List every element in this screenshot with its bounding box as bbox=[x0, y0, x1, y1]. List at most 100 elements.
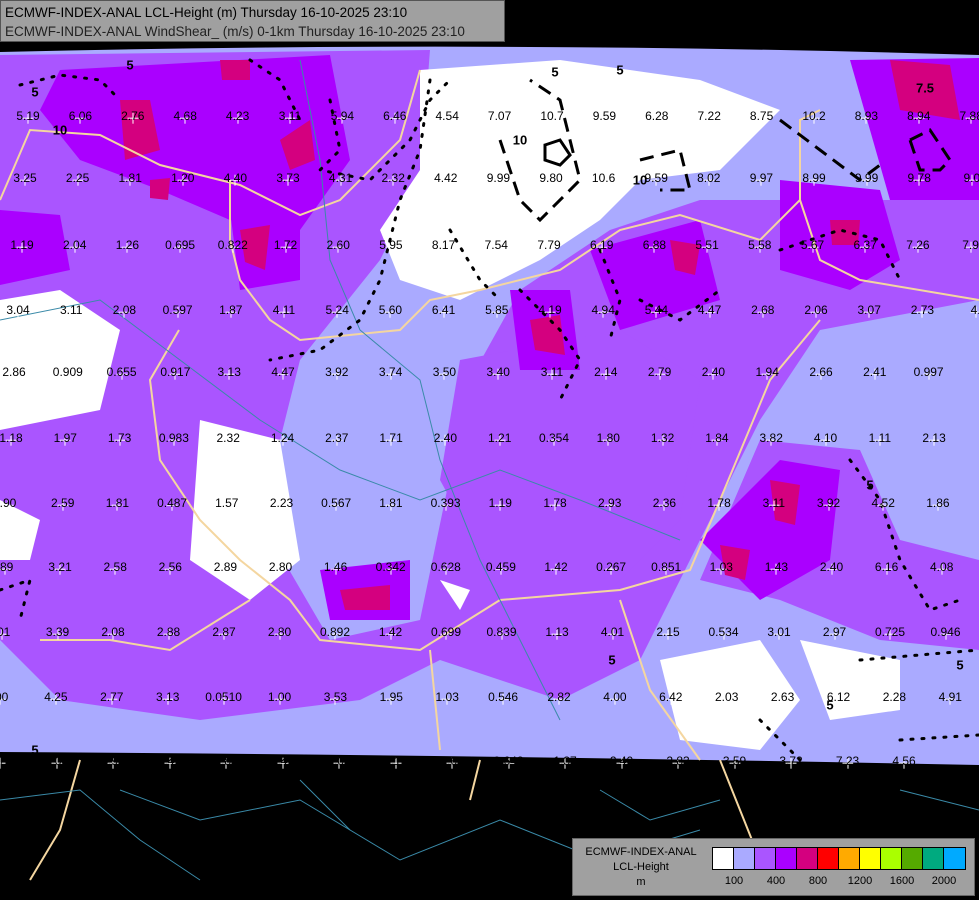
windshear-value: 7.07 bbox=[487, 109, 512, 123]
windshear-value: 0.628 bbox=[430, 560, 461, 574]
contour-label: 5 bbox=[31, 84, 39, 100]
windshear-value: 1.03 bbox=[709, 560, 733, 574]
windshear-value: 9.59 bbox=[592, 109, 617, 123]
windshear-value: 4.52 bbox=[871, 496, 895, 510]
windshear-value: 2.86 bbox=[2, 365, 26, 379]
windshear-value: 0.946 bbox=[930, 625, 961, 639]
windshear-value: 0.851 bbox=[651, 560, 682, 574]
windshear-value: 2.80 bbox=[268, 560, 293, 574]
windshear-value: 0.354 bbox=[538, 431, 570, 445]
contour-label: 5 bbox=[608, 652, 616, 668]
windshear-value: .90 bbox=[0, 496, 17, 510]
windshear-value: 1.43 bbox=[764, 560, 789, 574]
windshear-value: 9.78 bbox=[907, 171, 931, 185]
windshear-value: 2.89 bbox=[213, 560, 238, 574]
legend-swatch bbox=[839, 848, 860, 869]
windshear-value: 3.11 bbox=[540, 365, 564, 379]
windshear-value: 4.91 bbox=[938, 690, 962, 704]
windshear-value: 0.695 bbox=[165, 238, 196, 252]
windshear-value: 0.459 bbox=[485, 560, 516, 574]
windshear-value: 0.342 bbox=[375, 560, 406, 574]
windshear-value: 1.42 bbox=[378, 625, 403, 639]
windshear-value: 6.16 bbox=[874, 560, 899, 574]
windshear-value: 2.79 bbox=[647, 365, 672, 379]
windshear-value: 3.25 bbox=[13, 171, 37, 185]
legend-swatch bbox=[818, 848, 839, 869]
windshear-value: 8.75 bbox=[749, 109, 774, 123]
windshear-value: 2.42 bbox=[270, 754, 295, 768]
windshear-value: 2.14 bbox=[594, 365, 618, 379]
windshear-value: 9.0 bbox=[963, 171, 979, 185]
windshear-value: 1.19 bbox=[10, 238, 34, 252]
windshear-value: 9.59 bbox=[644, 171, 668, 185]
windshear-value: 1.80 bbox=[596, 431, 620, 445]
windshear-value: 2.05 bbox=[327, 754, 351, 768]
windshear-value: 1.78 bbox=[707, 496, 731, 510]
windshear-value: 1.32 bbox=[650, 431, 675, 445]
windshear-value: 7.54 bbox=[484, 238, 508, 252]
windshear-value: 5.44 bbox=[644, 303, 669, 317]
legend-swatch bbox=[944, 848, 965, 869]
windshear-value: 5.60 bbox=[378, 303, 403, 317]
windshear-value: 8.02 bbox=[697, 171, 721, 185]
windshear-value: 4.56 bbox=[892, 754, 916, 768]
legend-tick-label: 800 bbox=[808, 875, 828, 887]
windshear-value: 3.40 bbox=[486, 365, 510, 379]
windshear-value: 4.08 bbox=[930, 560, 954, 574]
windshear-value: 3.04 bbox=[6, 303, 30, 317]
windshear-value: 0.917 bbox=[160, 365, 191, 379]
windshear-value: 2.68 bbox=[751, 303, 775, 317]
windshear-value: 1.81 bbox=[105, 496, 130, 510]
windshear-value: 2.60 bbox=[326, 238, 350, 252]
legend-swatch bbox=[734, 848, 755, 869]
windshear-value: 4.23 bbox=[225, 109, 250, 123]
windshear-value: 4.94 bbox=[591, 303, 615, 317]
windshear-value: 3.39 bbox=[45, 625, 70, 639]
windshear-value: 1.37 bbox=[553, 754, 577, 768]
windshear-value: 1.87 bbox=[219, 303, 243, 317]
legend-swatch bbox=[881, 848, 902, 869]
windshear-value: 1.20 bbox=[171, 171, 195, 185]
windshear-value: 0.597 bbox=[162, 303, 193, 317]
windshear-value: 1.78 bbox=[543, 496, 567, 510]
legend-tick-label: 400 bbox=[766, 875, 786, 887]
windshear-value: 10.2 bbox=[802, 109, 826, 123]
windshear-value: 4.47 bbox=[271, 365, 295, 379]
contour-label: 5 bbox=[866, 477, 874, 493]
windshear-value: 2.32 bbox=[381, 171, 405, 185]
windshear-value: 2.08 bbox=[112, 303, 137, 317]
windshear-value: 0.892 bbox=[319, 625, 351, 639]
windshear-value: 4.47 bbox=[697, 303, 722, 317]
windshear-value: 6.46 bbox=[383, 109, 407, 123]
windshear-value: 3.74 bbox=[378, 365, 403, 379]
windshear-value: 4.10 bbox=[813, 431, 838, 445]
windshear-value: 4.25 bbox=[44, 690, 68, 704]
windshear-value: 1.26 bbox=[115, 238, 140, 252]
windshear-value: 8.99 bbox=[802, 171, 826, 185]
windshear-value: 1.81 bbox=[379, 496, 403, 510]
map-canvas bbox=[0, 46, 979, 881]
windshear-value: 1.03 bbox=[435, 690, 459, 704]
windshear-value: 5.95 bbox=[379, 238, 403, 252]
windshear-value: 10.6 bbox=[591, 171, 616, 185]
windshear-value: 2.40 bbox=[819, 560, 844, 574]
windshear-value: 7.26 bbox=[906, 238, 930, 252]
windshear-value: 4. bbox=[970, 303, 979, 317]
legend-swatch bbox=[713, 848, 734, 869]
windshear-value: 3.82 bbox=[759, 431, 783, 445]
windshear-value: 5.24 bbox=[325, 303, 349, 317]
lcl-height-field bbox=[0, 46, 979, 765]
map-title-box: ECMWF-INDEX-ANAL LCL-Height (m) Thursday… bbox=[0, 0, 505, 42]
legend-tick-label: 100 bbox=[724, 875, 744, 887]
legend-swatch bbox=[755, 848, 776, 869]
weather-map: 5.19 6.06 2.76 4.68 4.23 3.11 5.94 6.46 4.54 7.07… bbox=[0, 0, 979, 900]
windshear-value: 2.63 bbox=[770, 690, 795, 704]
windshear-value: 1.94 bbox=[755, 365, 779, 379]
windshear-value: 3.11 bbox=[762, 496, 786, 510]
windshear-value: 0.822 bbox=[217, 238, 248, 252]
windshear-value: 9.97 bbox=[749, 171, 774, 185]
windshear-value: 0.393 bbox=[430, 496, 461, 510]
windshear-value: 2.93 bbox=[598, 496, 622, 510]
windshear-value: 2.08 bbox=[101, 625, 125, 639]
legend-swatch bbox=[797, 848, 818, 869]
